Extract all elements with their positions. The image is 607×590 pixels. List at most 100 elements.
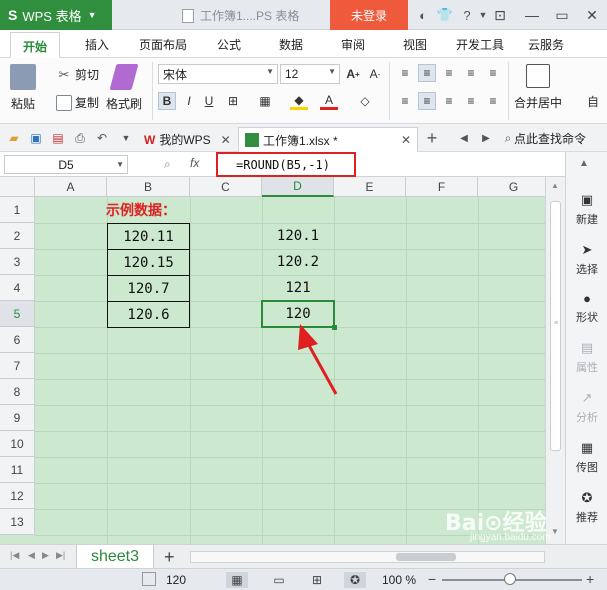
skin-icon[interactable]: ◐ [414, 6, 432, 24]
sheet-tab[interactable]: sheet3 [76, 545, 154, 569]
borders-icon[interactable]: ⊞ [224, 92, 242, 110]
scroll-down-icon[interactable]: ▼ [551, 527, 559, 536]
formula-input[interactable]: =ROUND(B5,-1) [216, 152, 356, 177]
zoom-level[interactable]: 100 % [382, 573, 416, 587]
row-header-4[interactable]: 4 [0, 275, 35, 301]
minimize-button[interactable]: — [517, 0, 547, 30]
maximize-button[interactable]: ▭ [547, 0, 577, 30]
zoom-slider-knob[interactable] [504, 573, 516, 585]
close-tab-icon[interactable]: ✕ [221, 133, 231, 147]
align-right-icon[interactable]: ≡ [440, 92, 458, 110]
shirt-icon[interactable]: 👕 [436, 6, 454, 24]
grow-font-button[interactable]: A + [344, 65, 362, 83]
border-style-icon[interactable]: ▦ [256, 92, 274, 110]
row-header-3[interactable]: 3 [0, 249, 35, 275]
row-header-11[interactable]: 11 [0, 457, 35, 483]
tab-my-wps[interactable]: W 我的WPS ✕ [138, 127, 237, 152]
column-header-f[interactable]: F [406, 177, 478, 197]
page-layout-icon[interactable]: ▭ [268, 572, 290, 588]
row-header-1[interactable]: 1 [0, 197, 35, 223]
tab-insert[interactable]: 插入 [85, 36, 109, 53]
wrap-icon[interactable]: ≡ [484, 64, 502, 82]
font-name-select[interactable]: 宋体 ▼ [158, 64, 278, 84]
clear-format-icon[interactable]: ◇ [356, 92, 374, 110]
app-menu-button[interactable]: S WPS 表格 ▼ [0, 0, 112, 30]
panel-select[interactable]: ➤ 选择 [566, 242, 607, 277]
tab-data[interactable]: 数据 [279, 36, 303, 53]
overflow-icon[interactable]: 自 [584, 92, 602, 110]
cell-b4[interactable]: 120.7 [107, 275, 190, 302]
scrollbar-thumb[interactable]: ≡ [550, 201, 561, 451]
fill-color-icon[interactable]: ◆ [290, 92, 308, 110]
prev-sheet-icon[interactable]: ◀ [28, 550, 35, 561]
row-header-6[interactable]: 6 [0, 327, 35, 353]
align-bottom-icon[interactable]: ≡ [440, 64, 458, 82]
column-header-b[interactable]: B [107, 177, 190, 197]
tab-view[interactable]: 视图 [403, 36, 427, 53]
paste-button[interactable]: 粘贴 [10, 64, 36, 112]
font-size-select[interactable]: 12 ▼ [280, 64, 340, 84]
print-preview-icon[interactable]: ▤ [50, 130, 66, 146]
panel-send-image[interactable]: ▦ 传图 [566, 440, 607, 475]
cell-b3[interactable]: 120.15 [107, 249, 190, 276]
panel-recommend[interactable]: ✪ 推荐 [566, 490, 607, 525]
column-header-g[interactable]: G [478, 177, 550, 197]
eye-care-icon[interactable]: ✪ [344, 572, 366, 588]
cell-d3[interactable]: 120.2 [262, 249, 334, 275]
next-sheet-icon[interactable]: ▶ [42, 550, 49, 561]
select-all-corner[interactable] [0, 177, 35, 197]
column-header-e[interactable]: E [334, 177, 406, 197]
scroll-up-icon[interactable]: ▲ [551, 181, 559, 190]
row-header-5[interactable]: 5 [0, 301, 35, 327]
spreadsheet-grid[interactable]: A B C D E F G 1 2 3 4 5 6 7 8 9 10 11 12… [0, 177, 565, 544]
copy-button[interactable]: 复制 [56, 94, 99, 111]
normal-view-icon[interactable]: ▦ [226, 572, 248, 588]
chevron-left-icon[interactable]: ◀ [456, 130, 472, 146]
cell-b2[interactable]: 120.11 [107, 223, 190, 250]
cell-b1-label[interactable]: 示例数据： [106, 197, 176, 223]
zoom-in-button[interactable]: + [586, 571, 594, 587]
close-tab-icon[interactable]: ✕ [401, 133, 411, 147]
cut-button[interactable]: ✂ 剪切 [56, 66, 99, 83]
merge-center-button[interactable]: 合并居中 [514, 64, 562, 111]
tab-workbook[interactable]: 工作簿1.xlsx * ✕ [238, 127, 418, 152]
row-header-7[interactable]: 7 [0, 353, 35, 379]
new-tab-button[interactable]: + [424, 128, 440, 148]
underline-button[interactable]: U [200, 92, 218, 110]
row-header-13[interactable]: 13 [0, 509, 35, 535]
tab-cloud[interactable]: 云服务 [528, 36, 564, 53]
chevron-up-icon[interactable]: ▲ [579, 158, 589, 169]
italic-button[interactable]: I [180, 92, 198, 110]
first-sheet-icon[interactable]: |◀ [10, 550, 19, 561]
cell-d2[interactable]: 120.1 [262, 223, 334, 249]
justify-icon[interactable]: ≡ [462, 92, 480, 110]
scrollbar-thumb[interactable] [396, 553, 456, 561]
format-painter-button[interactable]: 格式刷 [106, 64, 142, 112]
cell-d4[interactable]: 121 [262, 275, 334, 301]
row-header-12[interactable]: 12 [0, 483, 35, 509]
tab-home[interactable]: 开始 [10, 32, 61, 59]
command-search[interactable]: 点此查找命令 [514, 130, 586, 147]
row-header-2[interactable]: 2 [0, 223, 35, 249]
zoom-formula-icon[interactable]: ⌕ [164, 157, 171, 172]
save-icon[interactable]: ▣ [28, 130, 44, 146]
align-left-icon[interactable]: ≡ [396, 92, 414, 110]
row-header-10[interactable]: 10 [0, 431, 35, 457]
vertical-scrollbar[interactable]: ▲ ≡ ▼ [545, 177, 565, 544]
undo-icon[interactable]: ↶ [94, 130, 110, 146]
tab-developer[interactable]: 开发工具 [456, 36, 504, 53]
restore-view-icon[interactable]: ⊡ [485, 0, 515, 30]
zoom-out-button[interactable]: − [428, 571, 436, 587]
align-middle-icon[interactable]: ≡ [418, 64, 436, 82]
row-header-9[interactable]: 9 [0, 405, 35, 431]
horizontal-scrollbar[interactable] [190, 551, 545, 563]
column-header-a[interactable]: A [35, 177, 107, 197]
login-button[interactable]: 未登录 [330, 0, 408, 30]
chevron-right-icon[interactable]: ▶ [478, 130, 494, 146]
bold-button[interactable]: B [158, 92, 176, 110]
indent-icon[interactable]: ≡ [462, 64, 480, 82]
shrink-font-button[interactable]: A- [366, 65, 384, 83]
tab-review[interactable]: 审阅 [341, 36, 365, 53]
print-icon[interactable]: ⎙ [72, 130, 88, 146]
column-header-d[interactable]: D [262, 177, 334, 197]
